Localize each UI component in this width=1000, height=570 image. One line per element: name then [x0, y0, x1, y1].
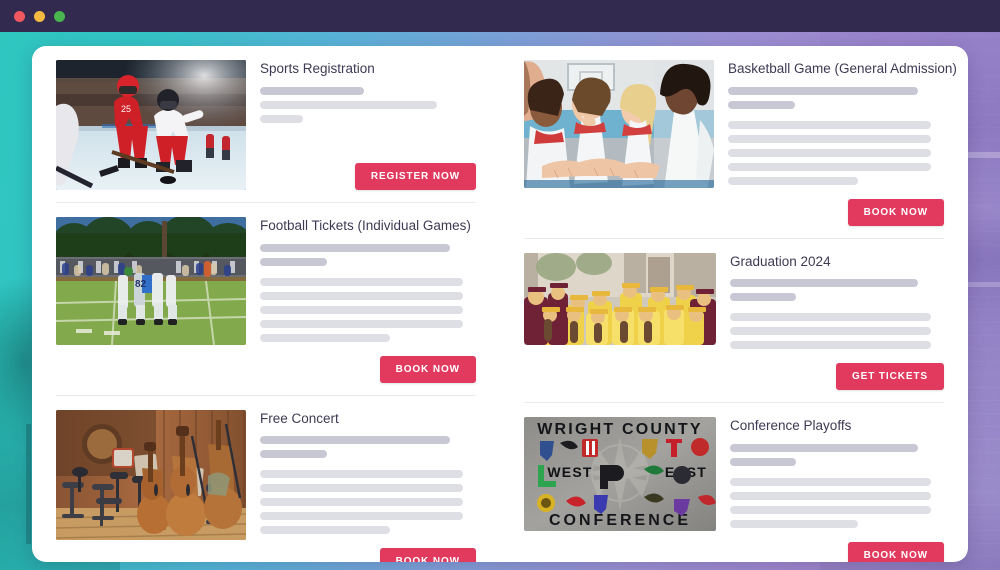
skeleton-line — [260, 450, 327, 459]
event-action-button[interactable]: GET TICKETS — [835, 363, 944, 391]
event-action-row: BOOK NOW — [728, 191, 944, 226]
event-action-row: GET TICKETS — [730, 355, 944, 391]
event-action-button[interactable]: BOOK NOW — [379, 548, 476, 562]
event-details: Basketball Game (General Admission) BOOK … — [714, 60, 957, 226]
event-title: Conference Playoffs — [730, 418, 852, 434]
event-action-button[interactable]: BOOK NOW — [847, 541, 944, 562]
skeleton-line — [260, 498, 464, 507]
event-details: Graduation 2024 GET TICKETS — [716, 253, 944, 391]
skeleton-line — [730, 491, 932, 500]
event-action-button[interactable]: BOOK NOW — [379, 355, 476, 383]
event-title: Graduation 2024 — [730, 253, 831, 269]
event-row: Graduation 2024 GET TICKETS — [524, 239, 944, 404]
event-row: 82 Football Tickets (Individual Games) BO… — [56, 203, 476, 396]
skeleton-line — [260, 291, 464, 300]
skeleton-line — [730, 327, 932, 336]
event-details: Sports Registration REGISTER NOW — [246, 60, 476, 190]
event-row: Free Concert BOOK NOW — [56, 396, 476, 562]
skeleton-line — [728, 100, 795, 109]
skeleton-line — [260, 484, 464, 493]
event-action-row: BOOK NOW — [260, 348, 476, 383]
events-columns: 25 Sports Registration REGISTER NOW 82 Fo… — [32, 46, 968, 562]
event-thumbnail[interactable] — [56, 409, 246, 540]
event-thumbnail[interactable]: 82 — [56, 217, 246, 345]
skeleton-gap — [730, 472, 944, 478]
events-column-right: Basketball Game (General Admission) BOOK … — [500, 46, 957, 562]
skeleton-line — [728, 162, 932, 171]
skeleton-line — [260, 277, 464, 286]
event-thumbnail[interactable] — [524, 60, 714, 188]
event-action-button[interactable]: REGISTER NOW — [354, 163, 476, 190]
event-action-button[interactable]: BOOK NOW — [847, 198, 944, 226]
minimize-button[interactable] — [34, 10, 45, 22]
skeleton-line — [730, 519, 859, 528]
event-title: Football Tickets (Individual Games) — [260, 218, 471, 233]
hockey-thumbnail-art: 25 — [56, 60, 246, 190]
event-title: Sports Registration — [260, 61, 375, 76]
event-action-row: BOOK NOW — [260, 540, 476, 562]
skeleton-line — [728, 148, 932, 157]
skeleton-line — [260, 512, 464, 521]
event-title: Basketball Game (General Admission) — [728, 61, 957, 76]
skeleton-line — [728, 134, 932, 143]
skeleton-line — [730, 293, 797, 302]
skeleton-line — [730, 313, 932, 322]
skeleton-gap — [260, 272, 476, 278]
svg-text:CONFERENCE: CONFERENCE — [549, 512, 691, 529]
orchestra-thumbnail-art — [56, 409, 246, 540]
event-row: 25 Sports Registration REGISTER NOW — [56, 46, 476, 203]
skeleton-line — [260, 319, 464, 328]
maximize-button[interactable] — [54, 10, 65, 22]
events-column-left: 25 Sports Registration REGISTER NOW 82 Fo… — [54, 46, 500, 562]
skeleton-line — [728, 176, 858, 185]
skeleton-line — [730, 505, 932, 514]
event-details: Free Concert BOOK NOW — [246, 410, 476, 562]
skeleton-line — [730, 457, 797, 466]
event-thumbnail[interactable]: WRIGHT COUNTY CONFERENCE WEST EAST — [524, 417, 716, 532]
event-action-row: BOOK NOW — [730, 534, 944, 562]
event-action-row: REGISTER NOW — [260, 155, 476, 190]
skeleton-line — [728, 120, 932, 129]
skeleton-line — [260, 257, 327, 266]
skeleton-line — [260, 86, 364, 95]
skeleton-line — [730, 279, 919, 288]
skeleton-line — [730, 341, 932, 350]
svg-text:25: 25 — [121, 104, 131, 114]
event-thumbnail[interactable] — [524, 252, 716, 345]
event-details: Conference Playoffs BOOK NOW — [716, 417, 944, 562]
event-row: Basketball Game (General Admission) BOOK … — [524, 46, 957, 239]
event-title: Free Concert — [260, 410, 339, 426]
skeleton-line — [260, 470, 464, 479]
conference-logo-thumbnail-art: WRIGHT COUNTY CONFERENCE WEST EAST — [524, 417, 716, 532]
skeleton-line — [730, 477, 932, 486]
svg-text:82: 82 — [135, 279, 147, 290]
svg-text:WEST: WEST — [547, 464, 592, 480]
skeleton-line — [260, 114, 304, 123]
basketball-thumbnail-art — [524, 60, 714, 188]
skeleton-line — [260, 100, 438, 109]
event-row: WRIGHT COUNTY CONFERENCE WEST EAST Confe… — [524, 403, 944, 562]
svg-text:WRIGHT COUNTY: WRIGHT COUNTY — [537, 421, 702, 438]
skeleton-line — [728, 86, 919, 95]
skeleton-line — [730, 443, 919, 452]
event-thumbnail[interactable]: 25 — [56, 60, 246, 190]
close-button[interactable] — [14, 10, 25, 22]
skeleton-line — [260, 526, 390, 535]
skeleton-line — [260, 333, 390, 342]
window-titlebar — [0, 0, 1000, 32]
football-thumbnail-art: 82 — [56, 217, 246, 345]
skeleton-line — [260, 243, 451, 252]
events-panel: 25 Sports Registration REGISTER NOW 82 Fo… — [32, 46, 968, 562]
skeleton-line — [260, 436, 451, 445]
graduation-thumbnail-art — [524, 252, 716, 345]
skeleton-gap — [728, 115, 944, 121]
app-window: 25 Sports Registration REGISTER NOW 82 Fo… — [0, 0, 1000, 570]
event-details: Football Tickets (Individual Games) BOOK … — [246, 217, 476, 383]
skeleton-line — [260, 305, 464, 314]
